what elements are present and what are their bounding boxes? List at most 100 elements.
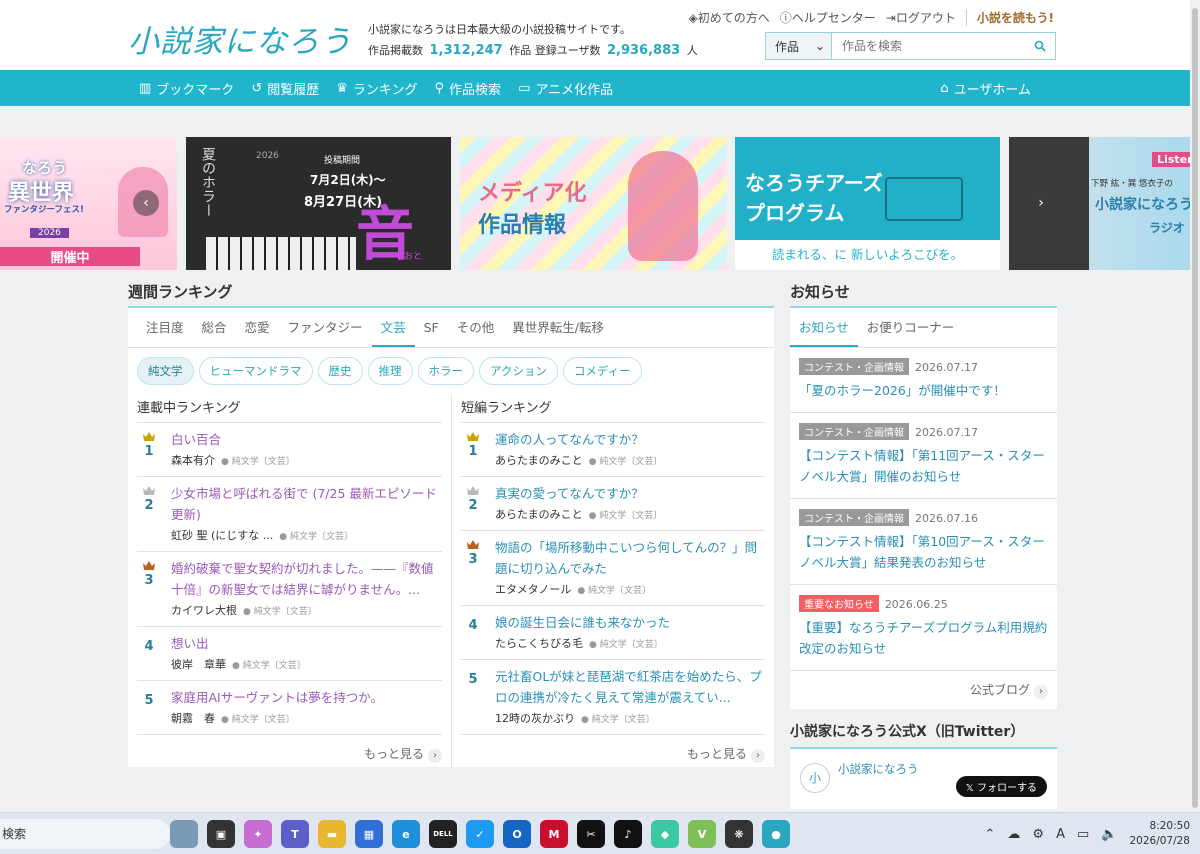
tiktok-icon[interactable]: ♪ [614, 820, 642, 848]
dell-icon[interactable]: DELL [429, 820, 457, 848]
rank-author[interactable]: 彼岸 章華 [171, 658, 226, 671]
rank-title-link[interactable]: 元社畜OLが妹と琵琶湖で紅茶店を始めたら、プロの連携が冷たく見えて常連が震えてい… [495, 666, 765, 708]
blog-link[interactable]: 公式ブログ › [790, 671, 1057, 709]
rank-title-link[interactable]: 真実の愛ってなんですか？ [495, 483, 765, 504]
clock-time: 8:20:50 [1149, 820, 1190, 832]
news-title-link[interactable]: 【コンテスト情報】「第10回アース・スターノベル大賞」結果発表のお知らせ [799, 531, 1048, 573]
tab-isekai[interactable]: 異世界転生/転移 [503, 308, 613, 347]
taskbar-clock[interactable]: 8:20:50 2026/07/28 [1129, 819, 1190, 849]
nav-anime[interactable]: ▭ アニメ化作品 [518, 79, 613, 98]
cloud-icon[interactable]: ☁ [1007, 827, 1020, 842]
rank-title-link[interactable]: 白い百合 [171, 429, 442, 450]
rank-author[interactable]: たらこくちびる毛 [495, 637, 583, 650]
rank-author[interactable]: 朝霧 春 [171, 712, 215, 725]
tab-attention[interactable]: 注目度 [137, 308, 193, 347]
carousel-prev-button[interactable]: ‹ [133, 190, 159, 216]
rank-number: 5 [468, 672, 478, 687]
rank-author[interactable]: あらたまのみこと [495, 454, 583, 467]
chevron-up-icon[interactable]: ⌃ [985, 827, 996, 842]
battery-icon[interactable]: ▭ [1077, 827, 1089, 842]
rank-title-link[interactable]: 物語の「場所移動中こいつら何してんの？」問題に切り込んでみた [495, 537, 765, 579]
app-blue-icon[interactable]: ● [762, 820, 790, 848]
news-title-link[interactable]: 【コンテスト情報】「第11回アース・スターノベル大賞」開催のお知らせ [799, 445, 1048, 487]
search-icon: ⚲ [434, 80, 445, 96]
banner-media[interactable]: メディア化 作品情報 [460, 137, 727, 270]
avatar[interactable]: 小 [800, 763, 830, 793]
banner-b4-line1: なろうチアーズ [745, 171, 883, 195]
outlook-icon[interactable]: O [503, 820, 531, 848]
tab-other[interactable]: その他 [448, 308, 504, 347]
chevron-down-icon: ⌄ [814, 39, 825, 53]
chevron-right-icon: › [1034, 685, 1048, 699]
news-title-link[interactable]: 【重要】なろうチアーズプログラム利用規約改定のお知らせ [799, 617, 1048, 659]
link-help[interactable]: ⓘヘルプセンター [780, 9, 876, 26]
tab-overall[interactable]: 総合 [193, 308, 236, 347]
chip-history[interactable]: 歴史 [317, 357, 363, 385]
tab-news[interactable]: お知らせ [790, 308, 858, 347]
x-follow-button[interactable]: 𝕏 フォローする [955, 776, 1047, 797]
rank-author[interactable]: 12時の灰かぶり [495, 712, 575, 725]
rank-author[interactable]: あらたまのみこと [495, 508, 583, 521]
rank-author[interactable]: エタメタノール [495, 583, 571, 596]
nav-ranking[interactable]: ♛ ランキング [336, 79, 417, 98]
link-logout[interactable]: ⇥ログアウト [886, 9, 956, 26]
nav-user-home[interactable]: ⌂ ユーザホーム [940, 70, 1031, 106]
page-scrollbar[interactable] [1190, 0, 1200, 812]
serial-more-link[interactable]: もっと見る › [137, 735, 442, 767]
rank-title-link[interactable]: 娘の誕生日会に誰も来なかった [495, 612, 765, 633]
chip-horror[interactable]: ホラー [417, 357, 474, 385]
twitter-icon[interactable]: ✓ [466, 820, 494, 848]
link-beginners[interactable]: ◈初めての方へ [689, 9, 770, 26]
folder-icon[interactable]: ▬ [318, 820, 346, 848]
chip-mystery[interactable]: 推理 [367, 357, 413, 385]
short-more-link[interactable]: もっと見る › [461, 735, 765, 767]
rank-title-link[interactable]: 想い出 [171, 633, 442, 654]
stadium-icon[interactable] [170, 820, 198, 848]
capcut-icon[interactable]: ✂ [577, 820, 605, 848]
chip-human-drama[interactable]: ヒューマンドラマ [198, 357, 313, 385]
tab-literature[interactable]: 文芸 [371, 308, 415, 347]
app-icon[interactable]: ◆ [651, 820, 679, 848]
tab-letters[interactable]: お便りコーナー [858, 308, 964, 347]
chip-pure-literature[interactable]: 純文学 [137, 357, 194, 385]
yomou-link[interactable]: 小説を読もう! [965, 9, 1054, 26]
banner-cheers[interactable]: なろうチアーズ プログラム 読まれる、に 新しいよろこびを。 [735, 137, 1000, 270]
rank-title-link[interactable]: 家庭用AIサーヴァントは夢を持つか。 [171, 687, 442, 708]
carousel-next-button[interactable]: › [1028, 190, 1054, 216]
tab-sf[interactable]: SF [415, 308, 448, 347]
scrollbar-thumb[interactable] [1192, 8, 1198, 808]
settings-icon[interactable]: ⚙ [1032, 827, 1044, 842]
nav-bookmark[interactable]: ▥ ブックマーク [139, 79, 234, 98]
search-button[interactable] [1025, 33, 1055, 59]
store-icon[interactable]: ▦ [355, 820, 383, 848]
chip-action[interactable]: アクション [479, 357, 558, 385]
task-view-icon[interactable]: ▣ [207, 820, 235, 848]
teams-icon[interactable]: T [281, 820, 309, 848]
nav-history[interactable]: ↺ 閲覧履歴 [251, 79, 319, 98]
rank-title-link[interactable]: 婚約破棄で聖女契約が切れました。——『数値十倍』の新聖女では結界に罅がりません。… [171, 558, 442, 600]
news-title-link[interactable]: 「夏のホラー2026」が開催中です！ [799, 380, 1048, 401]
tab-romance[interactable]: 恋愛 [236, 308, 279, 347]
ime-indicator[interactable]: A [1056, 827, 1065, 842]
x-account-name[interactable]: 小説家になろう [838, 761, 919, 777]
nav-search[interactable]: ⚲ 作品検索 [435, 79, 502, 98]
rank-author[interactable]: 森本有介 [171, 454, 215, 467]
rank-title-link[interactable]: 少女市場と呼ばれる街で (7/25 最新エピソード更新) [171, 483, 442, 525]
mcafee-icon[interactable]: M [540, 820, 568, 848]
copilot-icon[interactable]: ✦ [244, 820, 272, 848]
vivaldi-icon[interactable]: V [688, 820, 716, 848]
edge-icon[interactable]: e [392, 820, 420, 848]
short-more-label: もっと見る [686, 747, 747, 761]
search-type-select[interactable]: 作品 ⌄ [766, 33, 832, 59]
rank-author[interactable]: 虹砂 聖 (にじすな ... [171, 529, 273, 542]
rank-title-link[interactable]: 運命の人ってなんですか？ [495, 429, 765, 450]
rank-author[interactable]: カイワレ大根 [171, 604, 237, 617]
site-logo[interactable]: 小説家になろう [128, 16, 352, 61]
taskbar-search[interactable]: 検索 [0, 819, 170, 849]
tab-fantasy[interactable]: ファンタジー [279, 308, 372, 347]
chip-comedy[interactable]: コメディー [562, 357, 642, 385]
banner-summer-horror[interactable]: 夏のホラー 2026 投稿期間 7月2日(木)〜 8月27日(木) 音 おと [186, 137, 451, 270]
volume-icon[interactable]: 🔈 [1101, 827, 1117, 842]
search-input[interactable] [832, 33, 1025, 59]
chatgpt-icon[interactable]: ❋ [725, 820, 753, 848]
